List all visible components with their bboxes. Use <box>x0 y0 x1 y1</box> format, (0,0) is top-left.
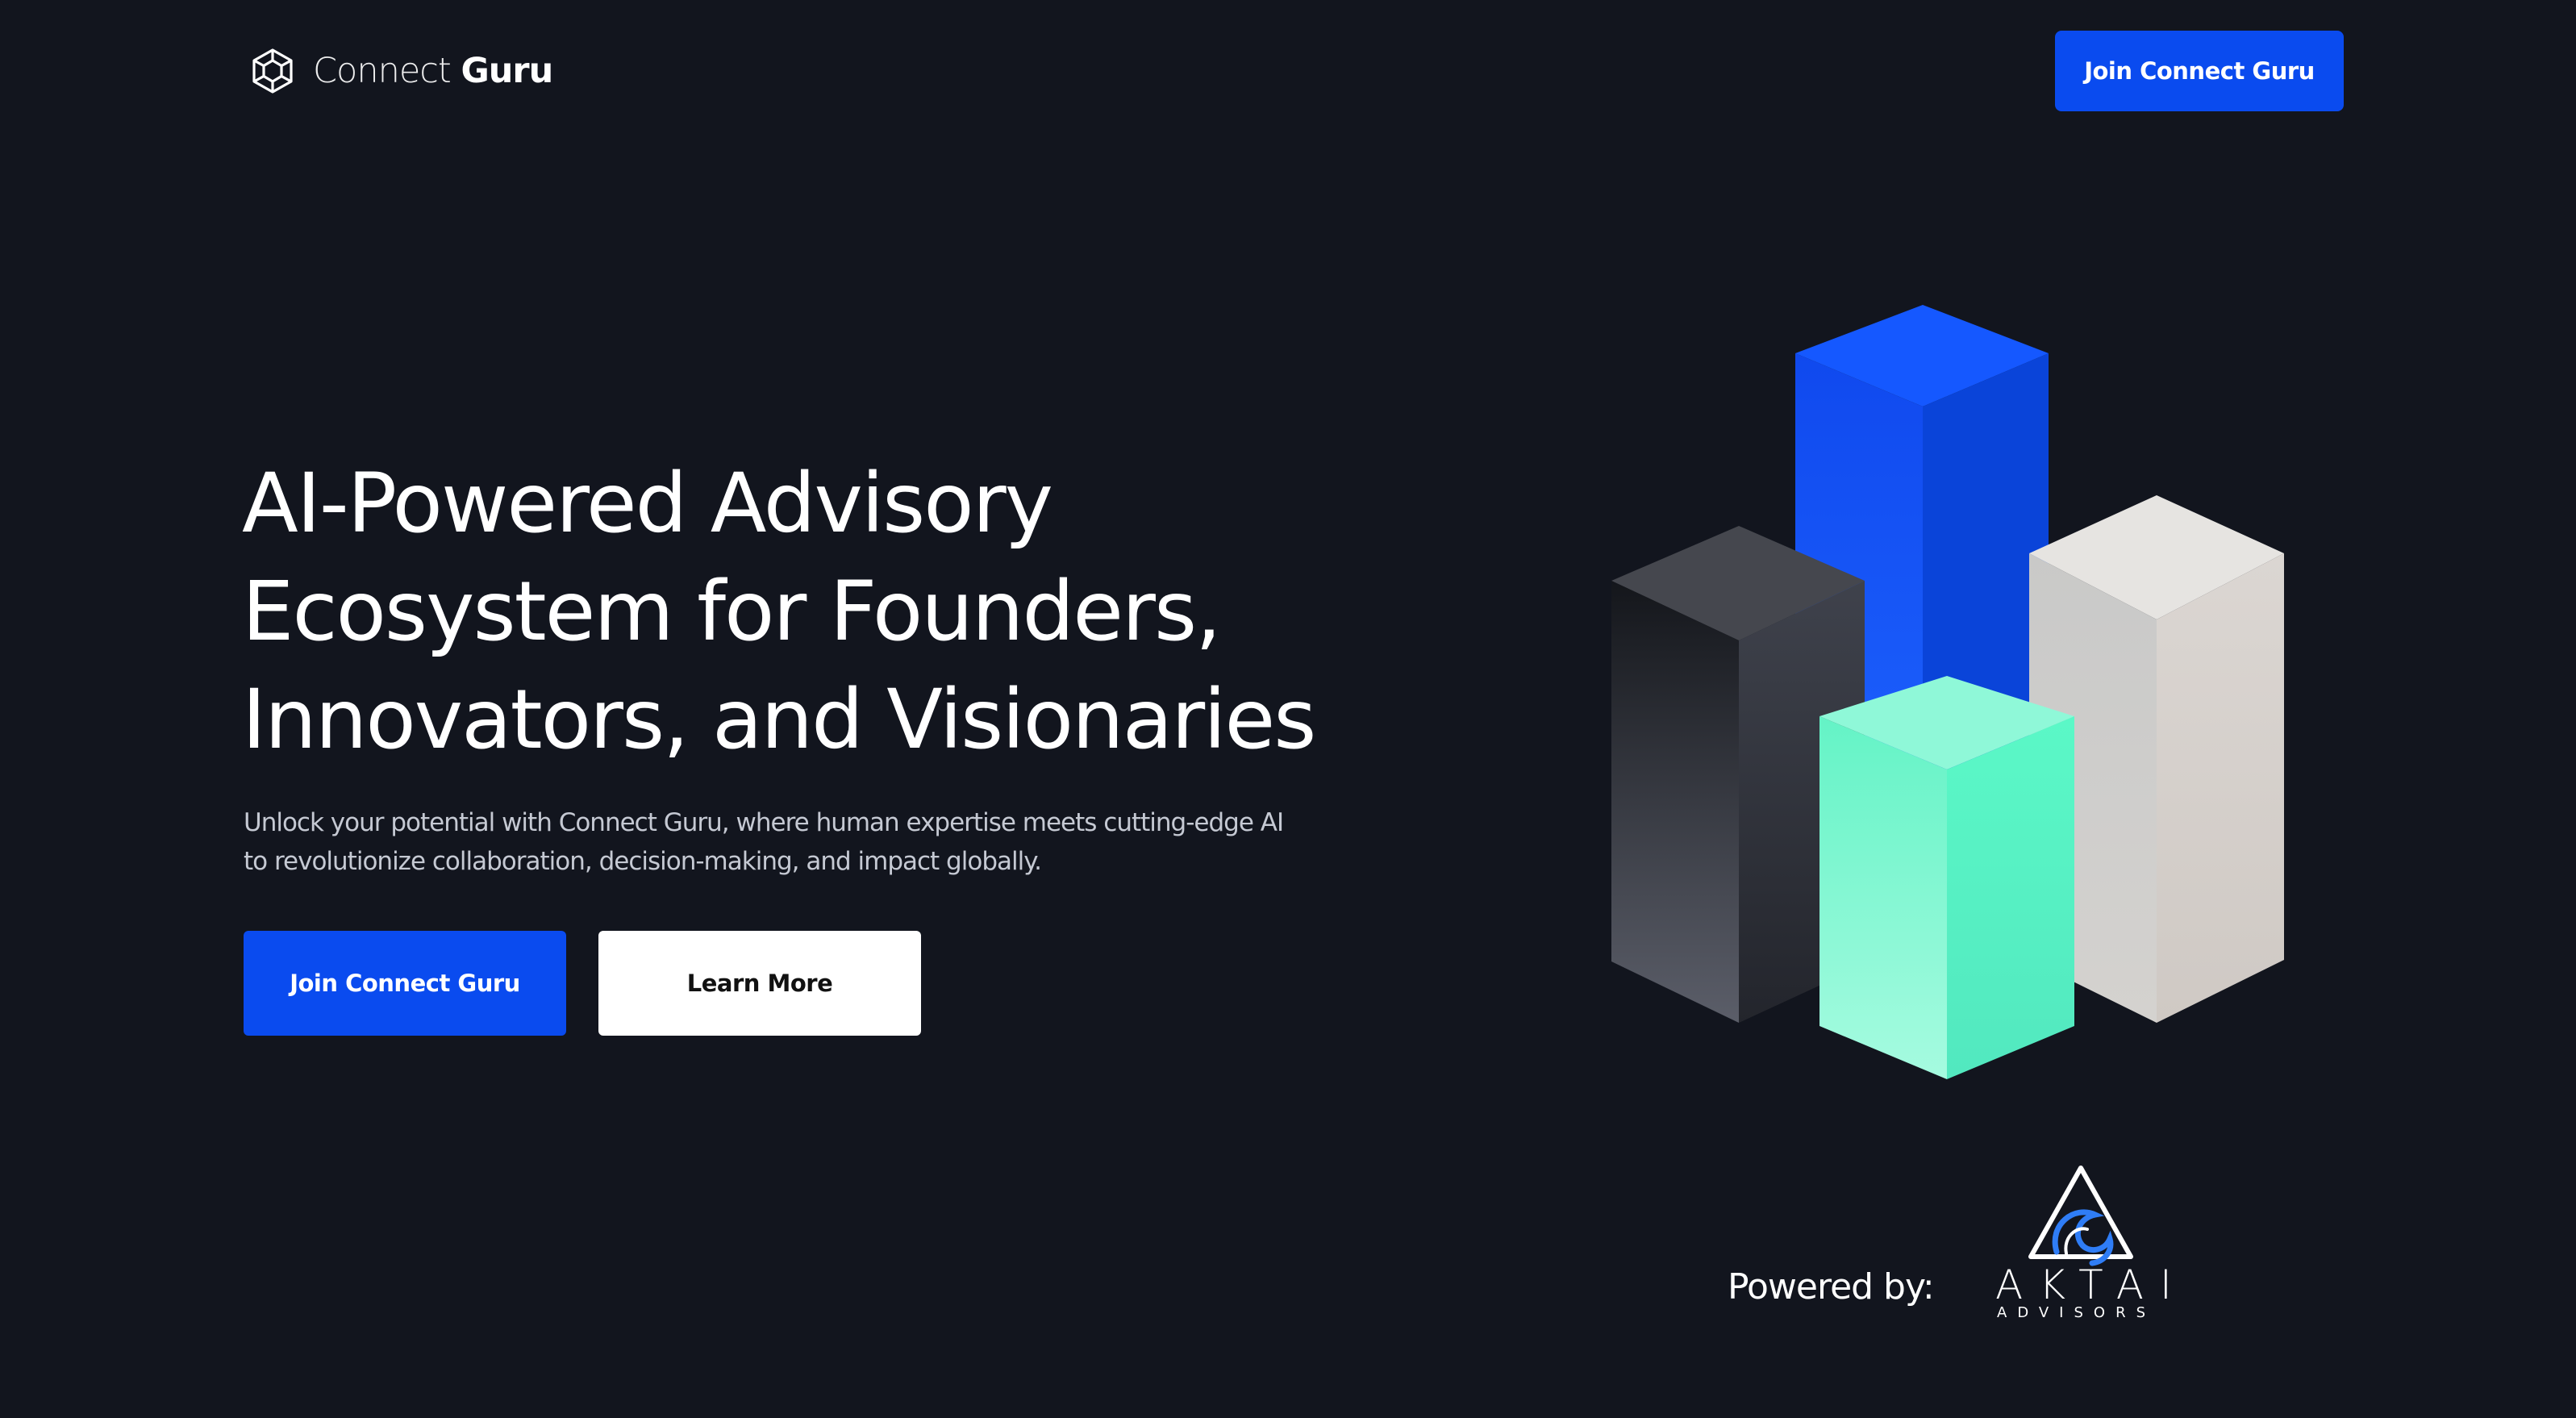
powered-by-label: Powered by: <box>1728 1266 1935 1307</box>
isometric-bars-illustration <box>1611 305 2284 1079</box>
brand-name-bold: Guru <box>461 51 553 91</box>
hero-title-line: Innovators, and Visionaries <box>242 672 1316 768</box>
hero-title: AI-Powered Advisory Ecosystem for Founde… <box>242 450 1403 774</box>
brand-name: Connect Guru <box>313 51 553 91</box>
hero-subtitle-line: Unlock your potential with Connect Guru,… <box>244 808 1284 837</box>
learn-more-button[interactable]: Learn More <box>598 931 921 1036</box>
hero-subtitle-line: to revolutionize collaboration, decision… <box>244 847 1042 876</box>
join-button[interactable]: Join Connect Guru <box>244 931 566 1036</box>
brand-name-light: Connect <box>313 51 452 91</box>
hero-title-line: AI-Powered Advisory <box>242 456 1053 552</box>
mint-bar <box>1819 676 2074 1079</box>
partner-name: AKTAI <box>1995 1262 2188 1308</box>
hero-subtitle: Unlock your potential with Connect Guru,… <box>244 803 1308 881</box>
header-join-button[interactable]: Join Connect Guru <box>2055 31 2344 111</box>
brand-logo[interactable]: Connect Guru <box>248 45 553 97</box>
partner-subtitle: ADVISORS <box>1997 1304 2157 1321</box>
hero-title-line: Ecosystem for Founders, <box>242 564 1222 660</box>
cube-icon <box>252 48 293 94</box>
